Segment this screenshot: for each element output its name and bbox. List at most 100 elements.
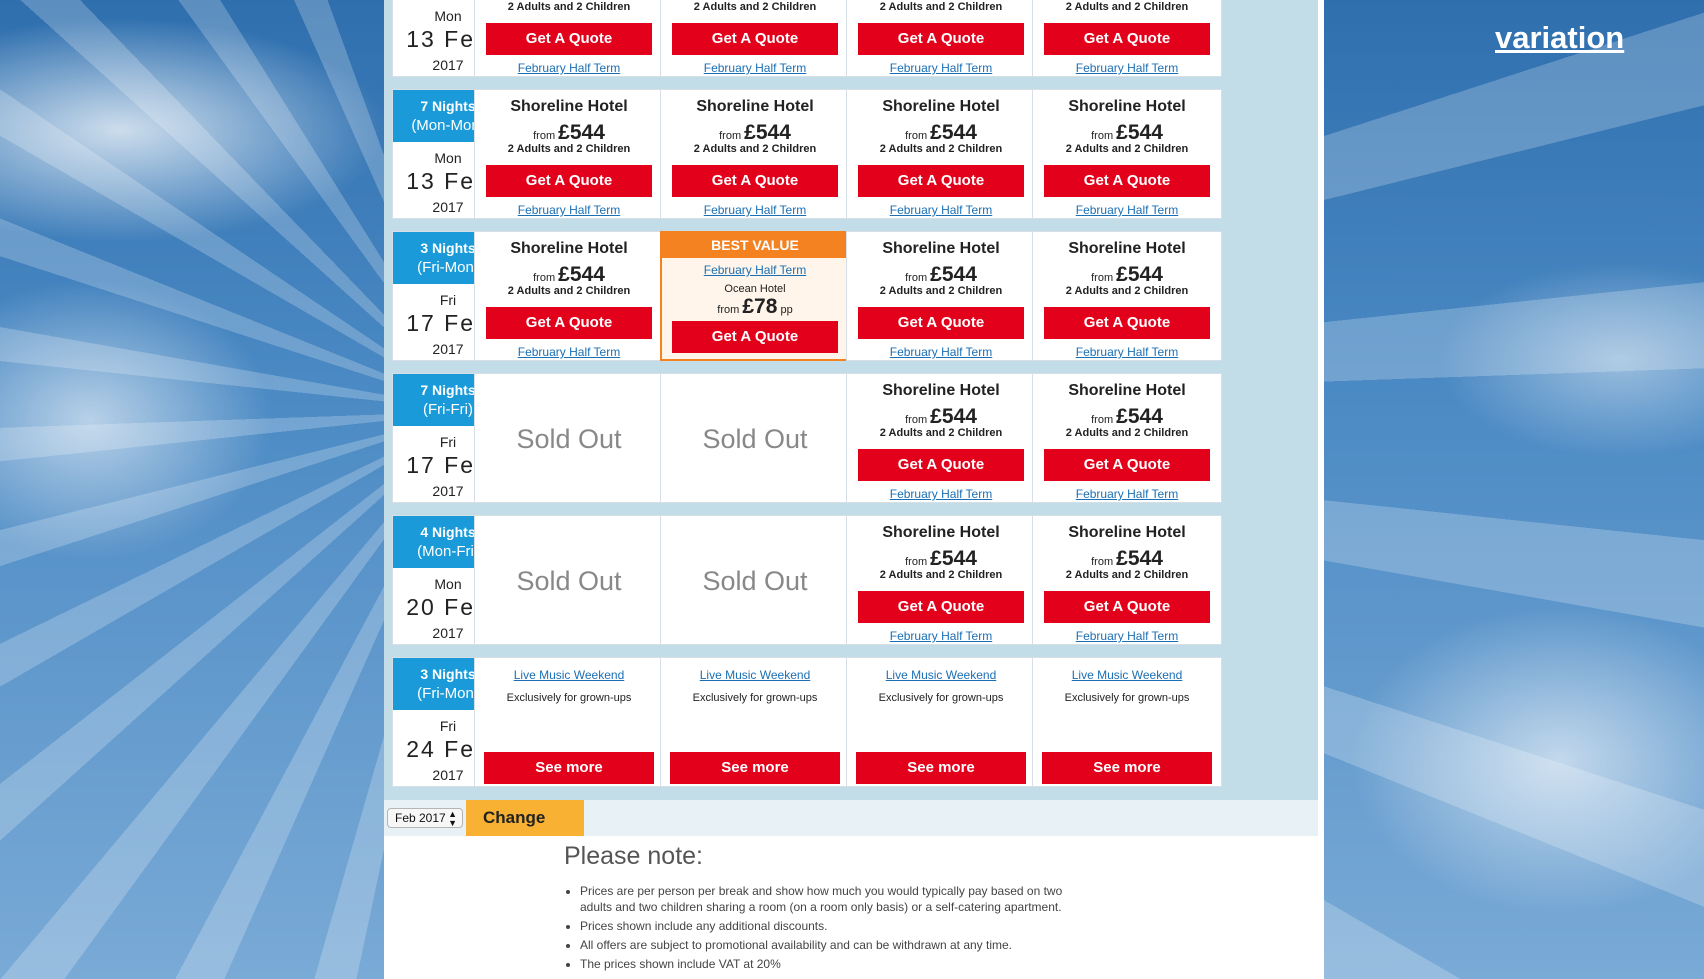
- price-line: from £544: [1033, 547, 1221, 570]
- get-a-quote-button[interactable]: Get A Quote: [486, 23, 652, 55]
- offer-link[interactable]: February Half Term: [847, 487, 1035, 501]
- offer-link[interactable]: February Half Term: [847, 61, 1035, 75]
- price-amount: £544: [1116, 405, 1163, 428]
- get-a-quote-button[interactable]: Get A Quote: [486, 165, 652, 197]
- price-amount: £544: [930, 405, 977, 428]
- offer-link[interactable]: February Half Term: [847, 629, 1035, 643]
- get-a-quote-button[interactable]: Get A Quote: [486, 307, 652, 339]
- hotel-name: Shoreline Hotel: [1068, 240, 1186, 257]
- offer-link[interactable]: February Half Term: [475, 61, 663, 75]
- price-line: from £544: [661, 121, 849, 144]
- party-size: 2 Adults and 2 Children: [693, 143, 817, 155]
- see-more-button[interactable]: See more: [484, 752, 654, 784]
- price-amount: £544: [1116, 263, 1163, 286]
- get-a-quote-button[interactable]: Get A Quote: [1044, 165, 1210, 197]
- party-size: 2 Adults and 2 Children: [879, 285, 1003, 297]
- offer-link[interactable]: February Half Term: [662, 263, 848, 277]
- get-a-quote-button[interactable]: Get A Quote: [1044, 307, 1210, 339]
- party-size: 2 Adults and 2 Children: [507, 1, 631, 13]
- party-size: 2 Adults and 2 Children: [879, 569, 1003, 581]
- price-amount: £544: [1116, 547, 1163, 570]
- offer-link[interactable]: February Half Term: [475, 203, 663, 217]
- sold-out-label: Sold Out: [516, 424, 622, 454]
- month-select-value: Feb 2017: [395, 811, 446, 825]
- price-from: from: [533, 272, 556, 284]
- offer-cell: Shoreline Hotel from £544 2 Adults and 2 C…: [1032, 231, 1222, 361]
- live-music-cell: Live Music Weekend Exclusively for grown-…: [1032, 657, 1222, 787]
- get-a-quote-button[interactable]: Get A Quote: [858, 165, 1024, 197]
- live-music-link[interactable]: Live Music Weekend: [847, 668, 1035, 682]
- offer-cell: Shoreline Hotel from £544 2 Adults and 2 C…: [846, 373, 1036, 503]
- live-music-cell: Live Music Weekend Exclusively for grown-…: [474, 657, 664, 787]
- see-more-button[interactable]: See more: [1042, 752, 1212, 784]
- price-amount: £544: [930, 121, 977, 144]
- offer-description: Exclusively for grown-ups: [1064, 692, 1190, 704]
- live-music-cell: Live Music Weekend Exclusively for grown-…: [660, 657, 850, 787]
- offer-cell: Shoreline Hotel from £544 2 Adults and 2 C…: [1032, 89, 1222, 219]
- offer-cell: 2 Adults and 2 Children Get A Quote Februa…: [1032, 0, 1222, 77]
- hotel-name: Shoreline Hotel: [882, 382, 1000, 399]
- offer-link[interactable]: February Half Term: [1033, 487, 1221, 501]
- price-from: from: [719, 130, 742, 142]
- month-select[interactable]: Feb 2017 ▲ ▼: [387, 808, 463, 828]
- get-a-quote-button[interactable]: Get A Quote: [858, 591, 1024, 623]
- offer-link[interactable]: February Half Term: [847, 203, 1035, 217]
- price-from: from: [1091, 556, 1114, 568]
- hotel-name: Shoreline Hotel: [1068, 98, 1186, 115]
- price-from: from: [1091, 414, 1114, 426]
- offer-link[interactable]: February Half Term: [1033, 629, 1221, 643]
- offer-link[interactable]: February Half Term: [661, 203, 849, 217]
- price-amount: £544: [1116, 121, 1163, 144]
- price-amount: £544: [930, 263, 977, 286]
- sold-out-cell: Sold Out: [474, 515, 664, 645]
- month-controls: Feb 2017 ▲ ▼ Change: [384, 800, 1318, 836]
- offers-grid: Mon 13 Feb 2017 2 Adults and 2 Children Get…: [384, 0, 1318, 800]
- live-music-cell: Live Music Weekend Exclusively for grown-…: [846, 657, 1036, 787]
- price-line: from £544: [475, 121, 663, 144]
- hotel-name: Shoreline Hotel: [696, 98, 814, 115]
- note-item: All offers are subject to promotional av…: [580, 937, 1084, 953]
- offer-cell: Shoreline Hotel from £544 2 Adults and 2 C…: [846, 231, 1036, 361]
- price-amount: £544: [558, 263, 605, 286]
- price-from: from: [533, 130, 556, 142]
- price-amount: £78: [742, 295, 778, 318]
- hotel-name: Shoreline Hotel: [882, 98, 1000, 115]
- get-a-quote-button[interactable]: Get A Quote: [672, 23, 838, 55]
- note-list: Prices are per person per break and show…: [564, 883, 1084, 972]
- offer-link[interactable]: February Half Term: [1033, 345, 1221, 359]
- price-line: from £544: [847, 263, 1035, 286]
- best-value-banner: BEST VALUE: [661, 232, 849, 258]
- offer-link[interactable]: February Half Term: [475, 345, 663, 359]
- get-a-quote-button[interactable]: Get A Quote: [1044, 23, 1210, 55]
- offer-link[interactable]: February Half Term: [1033, 61, 1221, 75]
- get-a-quote-button[interactable]: Get A Quote: [672, 165, 838, 197]
- see-more-button[interactable]: See more: [670, 752, 840, 784]
- get-a-quote-button[interactable]: Get A Quote: [672, 321, 838, 353]
- hotel-name: Ocean Hotel: [724, 283, 786, 295]
- offers-panel: Mon 13 Feb 2017 2 Adults and 2 Children Get…: [384, 0, 1324, 979]
- live-music-link[interactable]: Live Music Weekend: [475, 668, 663, 682]
- get-a-quote-button[interactable]: Get A Quote: [1044, 449, 1210, 481]
- note-item: The prices shown include VAT at 20%: [580, 956, 1084, 972]
- get-a-quote-button[interactable]: Get A Quote: [1044, 591, 1210, 623]
- hotel-name: Shoreline Hotel: [510, 240, 628, 257]
- offer-link[interactable]: February Half Term: [1033, 203, 1221, 217]
- live-music-link[interactable]: Live Music Weekend: [1033, 668, 1221, 682]
- change-button[interactable]: Change: [466, 800, 584, 836]
- offer-link[interactable]: February Half Term: [661, 61, 849, 75]
- price-line: from £544: [1033, 405, 1221, 428]
- offer-link[interactable]: February Half Term: [847, 345, 1035, 359]
- price-suffix: pp: [780, 304, 793, 316]
- get-a-quote-button[interactable]: Get A Quote: [858, 23, 1024, 55]
- get-a-quote-button[interactable]: Get A Quote: [858, 307, 1024, 339]
- sold-out-cell: Sold Out: [660, 515, 850, 645]
- price-from: from: [905, 272, 928, 284]
- get-a-quote-button[interactable]: Get A Quote: [858, 449, 1024, 481]
- price-line: from £544: [847, 547, 1035, 570]
- hotel-name: Shoreline Hotel: [882, 524, 1000, 541]
- live-music-link[interactable]: Live Music Weekend: [661, 668, 849, 682]
- hotel-name: Shoreline Hotel: [1068, 382, 1186, 399]
- offer-cell: 2 Adults and 2 Children Get A Quote Februa…: [660, 0, 850, 77]
- variation-link[interactable]: variation: [1495, 20, 1624, 56]
- see-more-button[interactable]: See more: [856, 752, 1026, 784]
